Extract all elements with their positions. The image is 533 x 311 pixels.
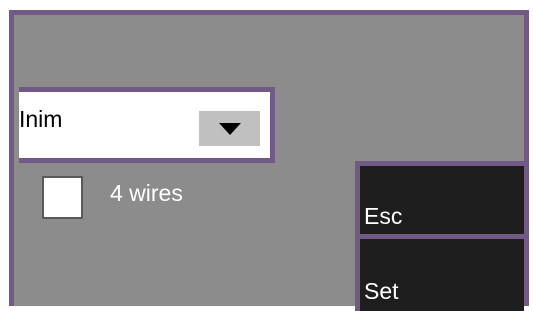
four-wires-checkbox[interactable] [42, 176, 83, 219]
wire-type-dropdown[interactable]: Inim [19, 87, 275, 163]
esc-button[interactable]: Esc [355, 161, 524, 239]
dropdown-toggle-button[interactable] [199, 111, 260, 146]
device-screen: Inim 4 wires Esc Set [9, 10, 529, 311]
esc-button-label: Esc [364, 203, 403, 229]
triangle-down-icon [218, 122, 241, 135]
dropdown-selected-value: Inim [19, 106, 63, 132]
set-button[interactable]: Set [355, 234, 524, 311]
four-wires-label: 4 wires [110, 180, 183, 206]
four-wires-option[interactable]: 4 wires [42, 176, 183, 224]
